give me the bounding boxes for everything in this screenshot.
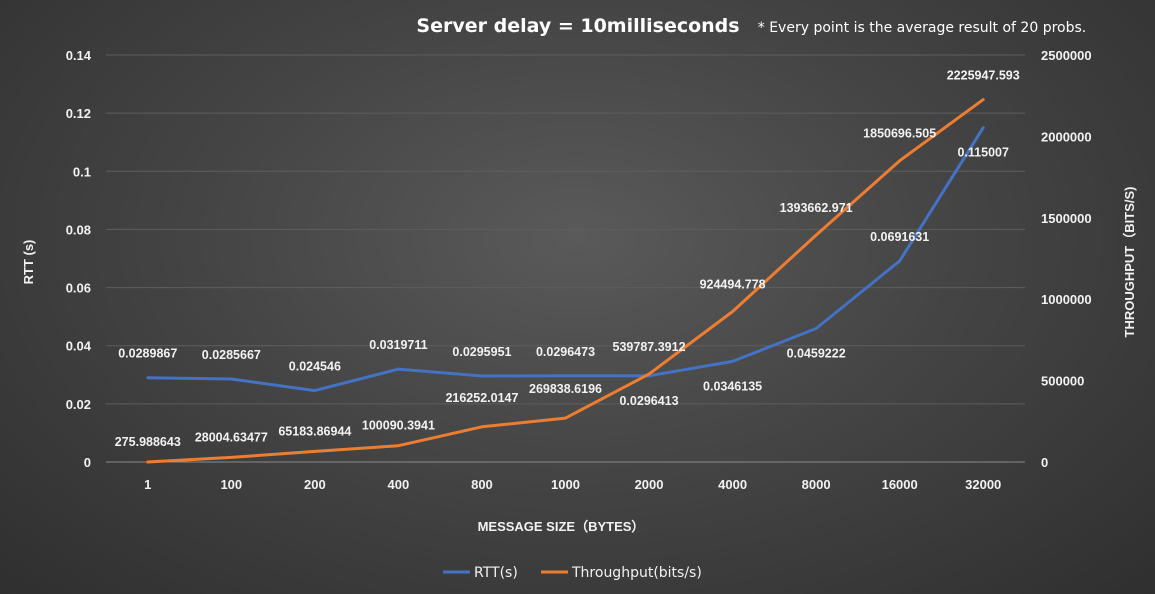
x-tick-label: 2000: [635, 477, 664, 492]
data-label-rtt: 0.0296413: [619, 394, 678, 408]
data-label-rtt: 0.0289867: [118, 347, 177, 361]
chart-container: 0 0.02 0.04 0.06 0.08 0.1 0.12 0.14 0 500000 10000…: [0, 0, 1155, 594]
x-tick-label: 800: [471, 477, 493, 492]
data-label-throughput: 924494.778: [700, 277, 766, 291]
y-tick-label: 0: [84, 455, 91, 470]
y2-tick-label: 1000000: [1041, 292, 1092, 307]
data-label-throughput: 2225947.593: [947, 69, 1020, 83]
y2-axis-title: THROUGHPUT（BITS/S): [1122, 187, 1137, 338]
x-tick-label: 100: [220, 477, 242, 492]
x-tick-label: 400: [388, 477, 410, 492]
data-label-rtt: 0.0346135: [703, 379, 762, 393]
y-tick-label: 0.14: [66, 48, 92, 63]
data-label-rtt: 0.0295951: [452, 345, 511, 359]
y-tick-label: 0.04: [66, 339, 92, 354]
line-chart: 00.020.040.060.080.10.120.14050000010000…: [21, 15, 1137, 581]
series-line-throughput: [146, 98, 985, 464]
legend: RTT(s) Throughput(bits/s): [443, 565, 702, 581]
data-label-rtt: 0.0296473: [536, 345, 595, 359]
data-label-throughput: 65183.86944: [278, 424, 351, 438]
y-tick-label: 0.1: [73, 164, 91, 179]
x-tick-label: 32000: [965, 477, 1001, 492]
x-tick-label: 200: [304, 477, 326, 492]
chart-note: * Every point is the average result of 2…: [758, 20, 1086, 36]
data-label-throughput: 28004.63477: [195, 430, 268, 444]
data-label-rtt: 0.0691631: [870, 230, 929, 244]
x-tick-label: 1: [144, 477, 151, 492]
chart-title: Server delay = 10milliseconds: [416, 15, 739, 37]
gridlines: [106, 54, 1025, 463]
data-label-throughput: 539787.3912: [613, 340, 686, 354]
y2-tick-label: 0: [1041, 455, 1048, 470]
y-tick-label: 0.02: [66, 397, 91, 412]
data-label-throughput: 1393662.971: [780, 201, 853, 215]
y2-tick-label: 500000: [1041, 374, 1084, 389]
y2-tick-label: 1500000: [1041, 211, 1092, 226]
data-label-throughput: 275.988643: [115, 435, 181, 449]
x-tick-label: 4000: [718, 477, 747, 492]
data-label-rtt: 0.115007: [958, 146, 1009, 160]
axis-ticks: 00.020.040.060.080.10.120.14050000010000…: [66, 48, 1092, 492]
data-label-rtt: 0.0285667: [202, 348, 261, 362]
data-label-throughput: 216252.0147: [445, 391, 518, 405]
x-axis-title: MESSAGE SIZE（BYTES）: [478, 519, 645, 534]
series-lines: [146, 98, 985, 464]
y-axis-title: RTT (s): [21, 240, 36, 285]
data-label-rtt: 0.024546: [289, 360, 341, 374]
data-labels: 0.0289867 0.0285667 0.024546 0.0319711 0.029…: [115, 69, 1020, 449]
y2-tick-label: 2500000: [1041, 48, 1092, 63]
data-label-throughput: 1850696.505: [863, 127, 936, 141]
legend-label-throughput: Throughput(bits/s): [571, 565, 702, 581]
data-label-rtt: 0.0459222: [787, 346, 846, 360]
legend-label-rtt: RTT(s): [474, 565, 518, 581]
y-tick-label: 0.12: [66, 106, 91, 121]
y2-tick-label: 2000000: [1041, 129, 1092, 144]
data-label-rtt: 0.0319711: [369, 338, 427, 352]
x-tick-label: 16000: [882, 477, 918, 492]
data-label-throughput: 269838.6196: [529, 382, 602, 396]
x-tick-label: 1000: [551, 477, 580, 492]
data-label-throughput: 100090.3941: [362, 419, 435, 433]
y-tick-label: 0.08: [66, 222, 91, 237]
x-tick-label: 8000: [802, 477, 831, 492]
y-tick-label: 0.06: [66, 281, 91, 296]
